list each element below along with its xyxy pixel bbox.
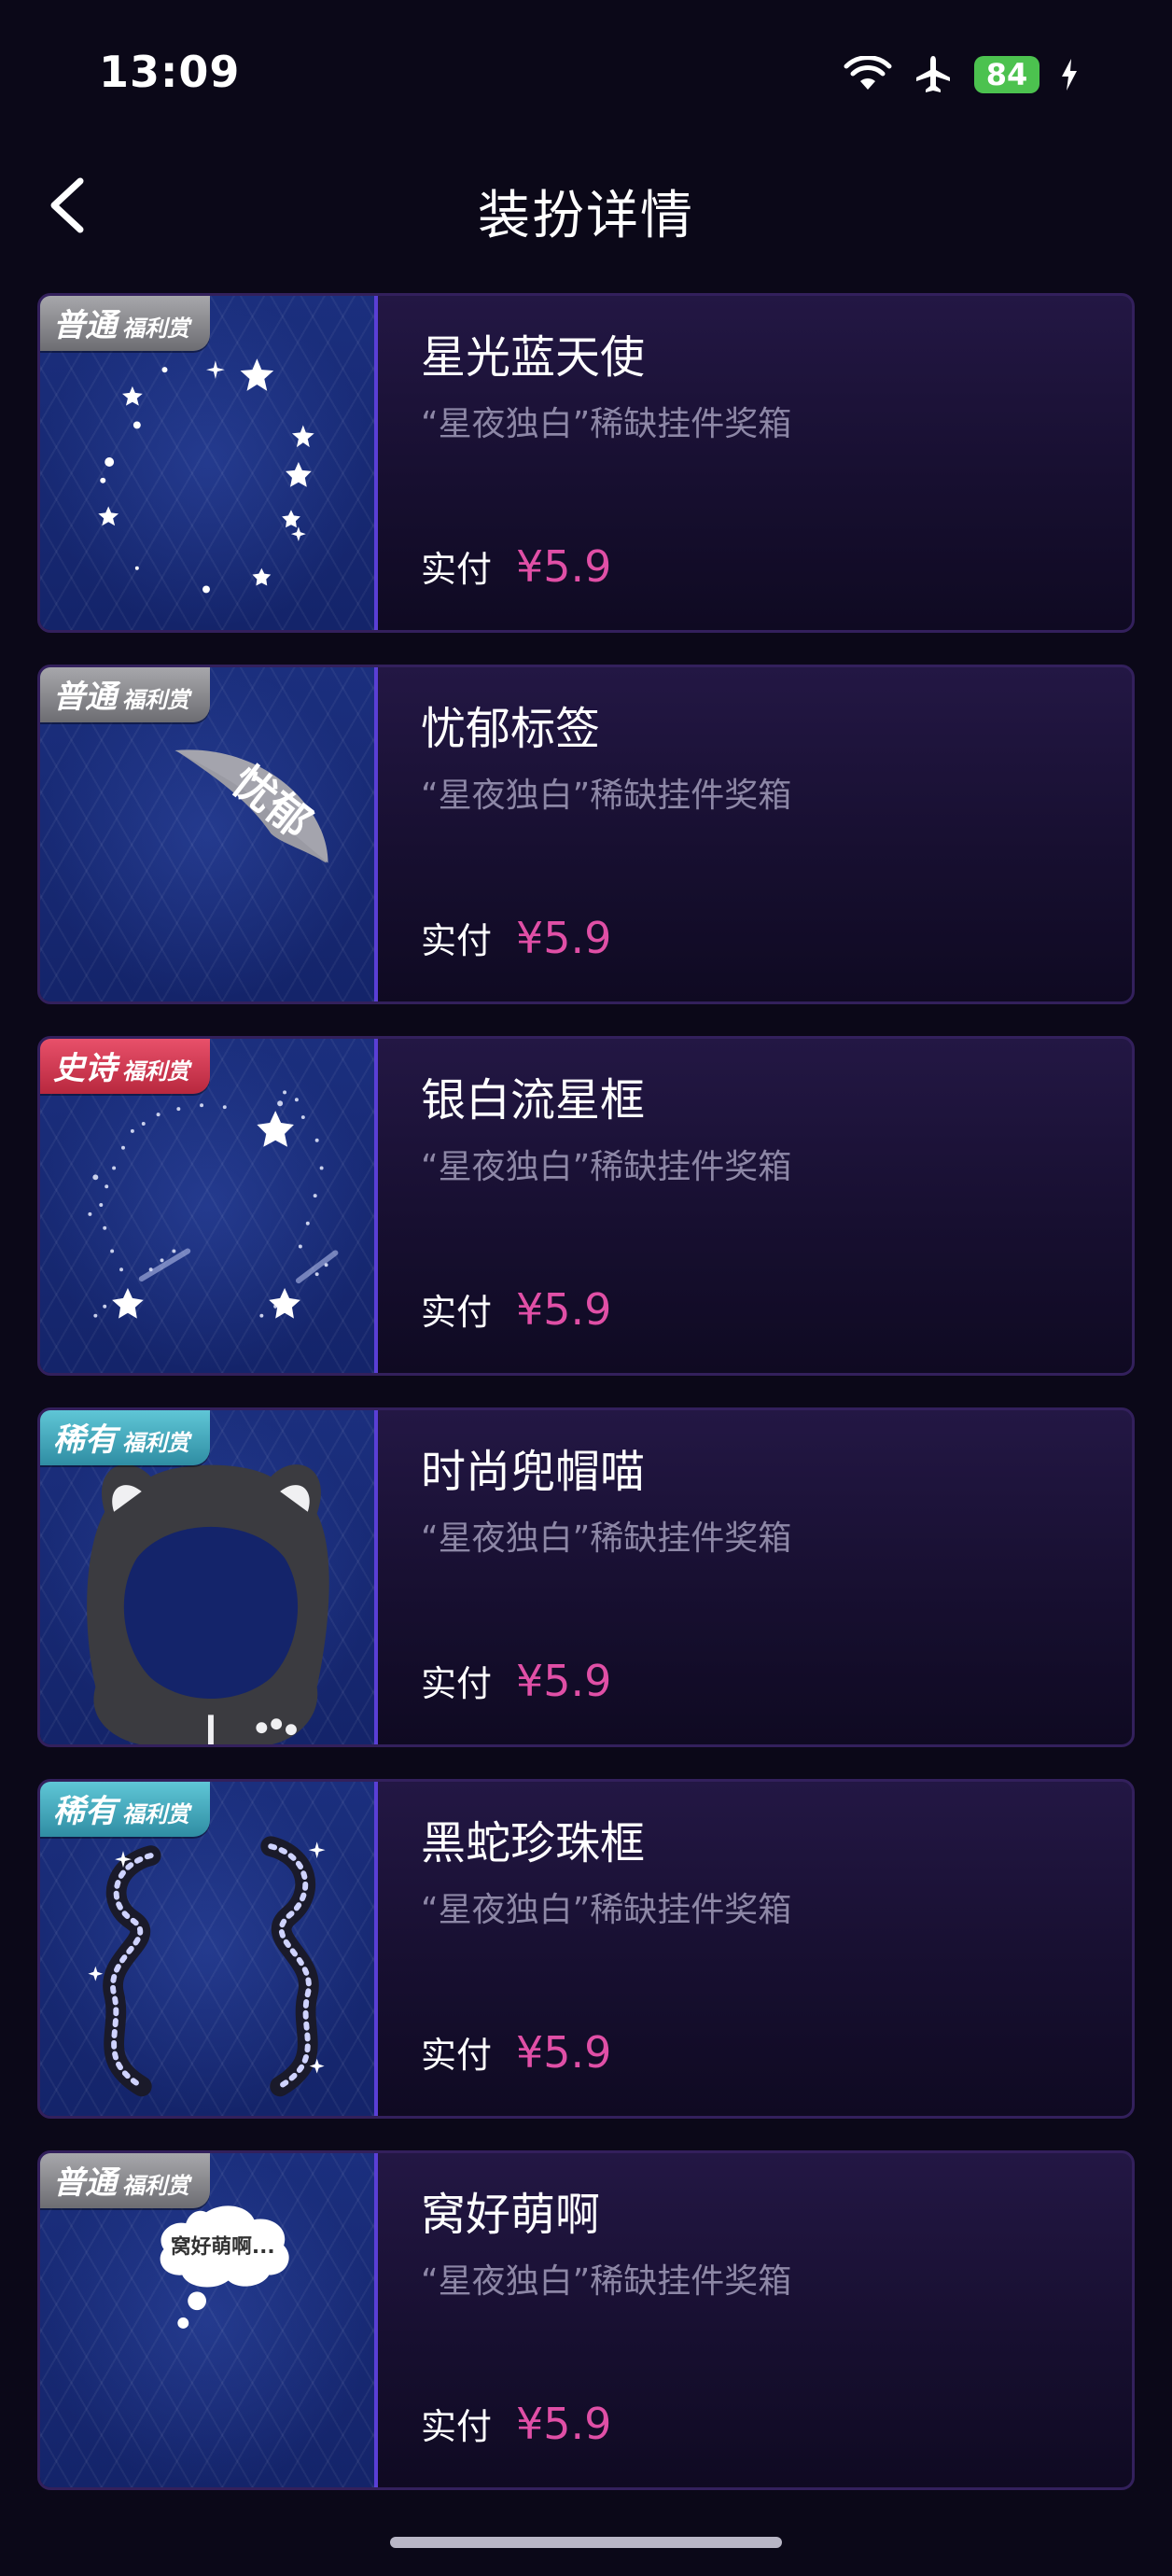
item-source: “星夜独白”稀缺挂件奖箱 (421, 777, 792, 815)
price-label: 实付 (421, 1292, 493, 1333)
item-info: 星光蓝天使 “星夜独白”稀缺挂件奖箱 实付 ¥5.9 (421, 296, 1113, 630)
rarity-label: 稀有 (53, 1421, 117, 1459)
price-label: 实付 (421, 1663, 493, 1704)
list-item[interactable]: 普通 福利赏 忧郁 忧郁标签 “星夜独白”稀缺挂件奖箱 实付 ¥5.9 (37, 665, 1135, 1004)
rarity-badge: 稀有 福利赏 (40, 1782, 210, 1837)
item-info: 忧郁标签 “星夜独白”稀缺挂件奖箱 实付 ¥5.9 (421, 667, 1113, 1001)
status-bar: 13:09 84 (0, 0, 1172, 149)
price-row: 实付 ¥5.9 (421, 2398, 611, 2449)
price-row: 实付 ¥5.9 (421, 1655, 611, 1706)
rarity-sublabel: 福利赏 (122, 1430, 189, 1456)
thought-bubble-text: 窝好萌啊... (171, 2234, 275, 2259)
battery-indicator: 84 (974, 56, 1039, 93)
status-icons: 84 (844, 54, 1079, 95)
item-thumbnail: 普通 福利赏 窝好萌啊... (40, 2153, 378, 2487)
rarity-badge: 普通 福利赏 (40, 667, 210, 722)
item-info: 黑蛇珍珠框 “星夜独白”稀缺挂件奖箱 实付 ¥5.9 (421, 1782, 1113, 2116)
item-name: 时尚兜帽喵 (421, 1446, 646, 1498)
charging-icon (1062, 59, 1077, 91)
airplane-mode-icon (916, 56, 950, 92)
rarity-sublabel: 福利赏 (122, 1801, 189, 1827)
list-item[interactable]: 普通 福利赏 星光蓝天使 “星夜独白”稀缺挂件奖箱 实付 ¥5.9 (37, 293, 1135, 633)
price-row: 实付 ¥5.9 (421, 912, 611, 963)
price-row: 实付 ¥5.9 (421, 1283, 611, 1335)
item-source: “星夜独白”稀缺挂件奖箱 (421, 1891, 792, 1929)
nav-bar: 装扮详情 (0, 157, 1172, 254)
item-name: 忧郁标签 (421, 703, 601, 755)
item-list: 普通 福利赏 星光蓝天使 “星夜独白”稀缺挂件奖箱 实付 ¥5.9 普通 福利赏… (37, 293, 1135, 2522)
price-label: 实付 (421, 2035, 493, 2076)
list-item[interactable]: 稀有 福利赏 时尚兜帽喵 “星夜独白”稀缺挂件奖箱 实付 ¥5.9 (37, 1407, 1135, 1747)
rarity-badge: 史诗 福利赏 (40, 1039, 210, 1094)
item-source: “星夜独白”稀缺挂件奖箱 (421, 1148, 792, 1186)
item-name: 星光蓝天使 (421, 331, 646, 384)
list-item[interactable]: 普通 福利赏 窝好萌啊... 窝好萌啊 “星夜独白”稀缺挂件奖箱 实付 ¥5.9 (37, 2150, 1135, 2490)
rarity-label: 稀有 (53, 1793, 117, 1830)
item-source: “星夜独白”稀缺挂件奖箱 (421, 405, 792, 443)
price-label: 实付 (421, 2406, 493, 2447)
rarity-label: 普通 (53, 2164, 117, 2202)
price-label: 实付 (421, 549, 493, 590)
home-indicator[interactable] (390, 2537, 782, 2548)
rarity-sublabel: 福利赏 (122, 1058, 189, 1085)
price-value: ¥5.9 (516, 2399, 612, 2449)
item-thumbnail: 普通 福利赏 (40, 296, 378, 630)
price-value: ¥5.9 (516, 913, 612, 963)
item-thumbnail: 稀有 福利赏 (40, 1410, 378, 1744)
rarity-badge: 普通 福利赏 (40, 296, 210, 351)
item-thumbnail: 稀有 福利赏 (40, 1782, 378, 2116)
item-name: 窝好萌啊 (421, 2189, 601, 2241)
rarity-label: 普通 (53, 307, 117, 344)
rarity-sublabel: 福利赏 (122, 687, 189, 713)
price-row: 实付 ¥5.9 (421, 540, 611, 592)
item-info: 时尚兜帽喵 “星夜独白”稀缺挂件奖箱 实付 ¥5.9 (421, 1410, 1113, 1744)
item-info: 窝好萌啊 “星夜独白”稀缺挂件奖箱 实付 ¥5.9 (421, 2153, 1113, 2487)
item-thumbnail: 史诗 福利赏 (40, 1039, 378, 1373)
item-source: “星夜独白”稀缺挂件奖箱 (421, 1519, 792, 1558)
item-thumbnail: 普通 福利赏 忧郁 (40, 667, 378, 1001)
wifi-icon (844, 56, 892, 90)
item-info: 银白流星框 “星夜独白”稀缺挂件奖箱 实付 ¥5.9 (421, 1039, 1113, 1373)
rarity-badge: 稀有 福利赏 (40, 1410, 210, 1465)
rarity-label: 普通 (53, 679, 117, 716)
item-source: “星夜独白”稀缺挂件奖箱 (421, 2262, 792, 2301)
item-name: 黑蛇珍珠框 (421, 1817, 646, 1869)
page-title: 装扮详情 (478, 186, 694, 246)
price-value: ¥5.9 (516, 2027, 612, 2078)
price-label: 实付 (421, 920, 493, 961)
price-value: ¥5.9 (516, 1656, 612, 1706)
status-time: 13:09 (99, 47, 241, 97)
rarity-sublabel: 福利赏 (122, 2173, 189, 2199)
rarity-badge: 普通 福利赏 (40, 2153, 210, 2208)
rarity-label: 史诗 (53, 1050, 117, 1087)
price-value: ¥5.9 (516, 1284, 612, 1335)
price-value: ¥5.9 (516, 541, 612, 592)
rarity-sublabel: 福利赏 (122, 315, 189, 342)
list-item[interactable]: 史诗 福利赏 银白流星框 “星夜独白”稀缺挂件奖箱 实付 ¥5.9 (37, 1036, 1135, 1376)
price-row: 实付 ¥5.9 (421, 2026, 611, 2078)
item-name: 银白流星框 (421, 1074, 646, 1127)
list-item[interactable]: 稀有 福利赏 黑蛇珍珠框 “星夜独白”稀缺挂件奖箱 实付 ¥5.9 (37, 1779, 1135, 2119)
